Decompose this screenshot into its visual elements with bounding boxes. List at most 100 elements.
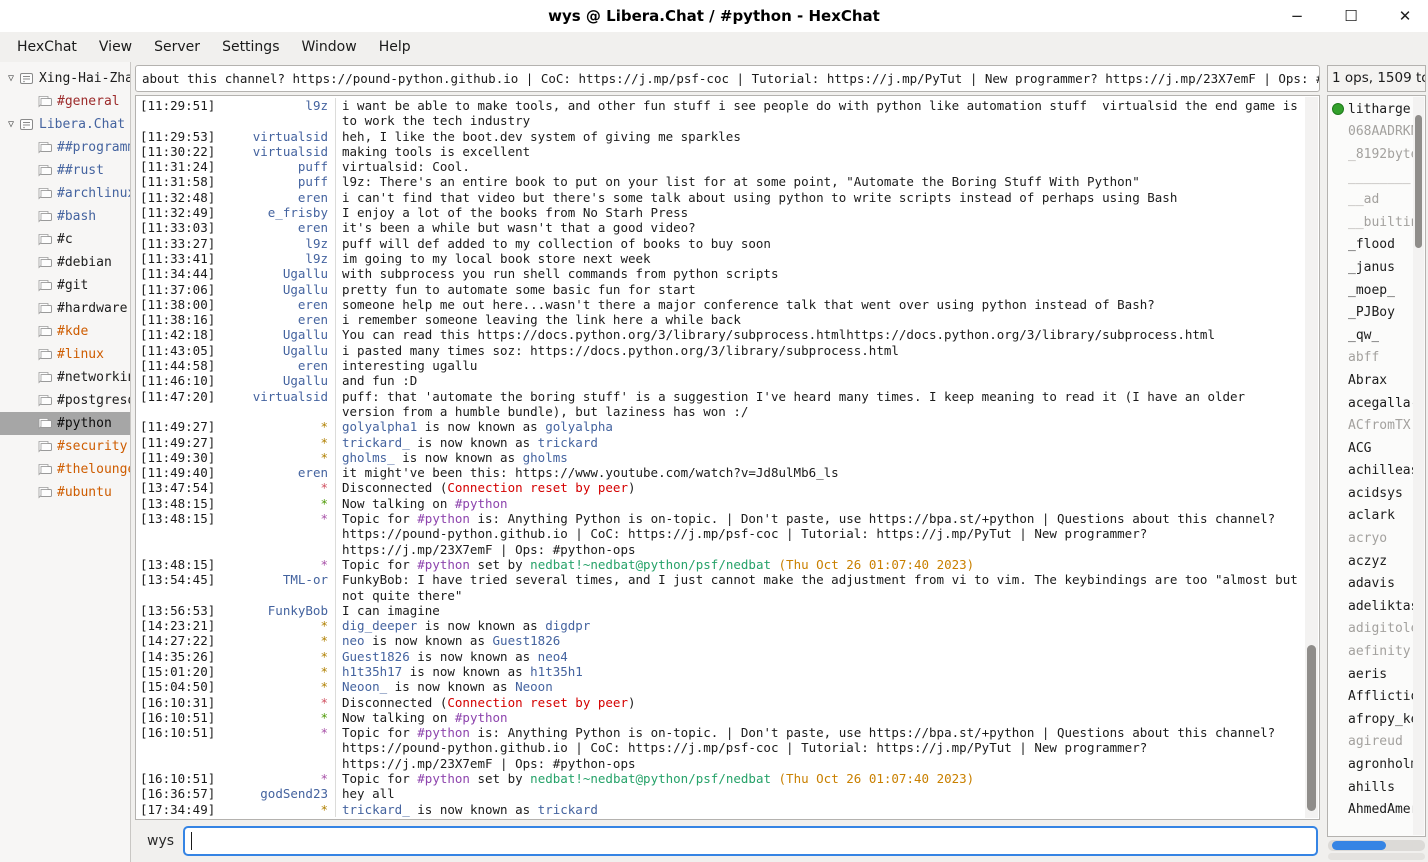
user-row-aczyz[interactable]: aczyz	[1328, 550, 1413, 573]
userlist-hscroll-thumb[interactable]	[1332, 841, 1386, 850]
timestamp: [11:49:30]	[140, 450, 218, 465]
nick-column: eren	[218, 190, 336, 205]
menu-view[interactable]: View	[88, 36, 143, 58]
user-row--builtin[interactable]: __builtin	[1328, 211, 1413, 234]
sidebar-item--postgresql[interactable]: #postgresql	[0, 389, 130, 412]
chat-scroll-thumb[interactable]	[1307, 645, 1316, 811]
server-tree: ▽Xing-Hai-Zhan#general▽Libera.Chat##prog…	[0, 62, 131, 862]
user-row-acg[interactable]: ACG	[1328, 437, 1413, 460]
user-row--ad[interactable]: __ad	[1328, 188, 1413, 211]
nick-column: l9z	[218, 236, 336, 251]
minimize-button[interactable]: −	[1284, 3, 1310, 29]
user-row-agireud[interactable]: agireud	[1328, 731, 1413, 754]
user-row-abrax[interactable]: Abrax	[1328, 369, 1413, 392]
sidebar-item--general[interactable]: #general	[0, 90, 130, 113]
menu-window[interactable]: Window	[290, 36, 367, 58]
nick-column: virtualsid	[218, 144, 336, 159]
userlist-hscrollbar-track[interactable]	[1328, 853, 1425, 860]
sidebar-item--rust[interactable]: ##rust	[0, 159, 130, 182]
user-row-ahills[interactable]: ahills	[1328, 776, 1413, 799]
sidebar-item--hardware[interactable]: #hardware	[0, 297, 130, 320]
sidebar-item--git[interactable]: #git	[0, 274, 130, 297]
user-row--qw-[interactable]: _qw_	[1328, 324, 1413, 347]
sidebar-item--programming[interactable]: ##programming	[0, 136, 130, 159]
close-button[interactable]: ✕	[1392, 3, 1418, 29]
sidebar-item--python[interactable]: #python	[0, 412, 130, 435]
menu-help[interactable]: Help	[368, 36, 422, 58]
message-segment: pretty fun to automate some basic fun fo…	[342, 282, 696, 297]
channel-label: #bash	[57, 209, 96, 224]
user-row--flood[interactable]: _flood	[1328, 234, 1413, 257]
user-row-aclark[interactable]: aclark	[1328, 505, 1413, 528]
tree-server-xing-hai-zhan[interactable]: ▽Xing-Hai-Zhan	[0, 67, 130, 90]
chat-line: [15:01:20]*h1t35h17 is now known as h1t3…	[140, 664, 1301, 679]
user-row-adavis[interactable]: adavis	[1328, 572, 1413, 595]
user-row--janus[interactable]: _janus	[1328, 256, 1413, 279]
sidebar-item--c[interactable]: #c	[0, 228, 130, 251]
user-row-agronholm[interactable]: agronholm	[1328, 753, 1413, 776]
chat-line: [11:37:06]Ugallupretty fun to automate s…	[140, 282, 1301, 297]
message-link[interactable]: You can read this https://docs.python.or…	[342, 327, 1215, 342]
nick-column: *	[218, 633, 336, 648]
topic-input[interactable]: about this channel? https://pound-python…	[135, 65, 1320, 92]
chat-scrollbar[interactable]	[1305, 97, 1318, 818]
user-row-acryo[interactable]: acryo	[1328, 527, 1413, 550]
sidebar-item--kde[interactable]: #kde	[0, 320, 130, 343]
sidebar-item--ubuntu[interactable]: #ubuntu	[0, 481, 130, 504]
message-input[interactable]	[183, 826, 1318, 856]
tree-server-libera-chat[interactable]: ▽Libera.Chat	[0, 113, 130, 136]
menu-settings[interactable]: Settings	[211, 36, 290, 58]
user-row-litharge[interactable]: litharge	[1328, 98, 1413, 121]
user-nick: litharge	[1348, 102, 1411, 117]
user-row-068aadrkn[interactable]: 068AADRKN	[1328, 121, 1413, 144]
sidebar-item--archlinux[interactable]: #archlinux	[0, 182, 130, 205]
expander-icon[interactable]: ▽	[3, 119, 19, 130]
user-row--moep-[interactable]: _moep_	[1328, 279, 1413, 302]
user-row--8192byte[interactable]: _8192byte	[1328, 143, 1413, 166]
channel-label: #debian	[57, 255, 112, 270]
maximize-button[interactable]: ☐	[1338, 3, 1364, 29]
user-nick: acidsys	[1348, 486, 1403, 501]
sidebar-item--thelounge[interactable]: #thelounge	[0, 458, 130, 481]
user-row-aeris[interactable]: aeris	[1328, 663, 1413, 686]
sidebar-item--bash[interactable]: #bash	[0, 205, 130, 228]
expander-icon[interactable]: ▽	[3, 73, 19, 84]
userlist-scrollbar[interactable]	[1413, 97, 1424, 835]
message-segment: Now talking on	[342, 710, 455, 725]
user-row-acegalla-[interactable]: acegalla-	[1328, 392, 1413, 415]
user-row-adeliktas[interactable]: adeliktas	[1328, 595, 1413, 618]
user-nick: _janus	[1348, 260, 1395, 275]
message-text: FunkyBob: I have tried several times, an…	[336, 572, 1301, 603]
menu-hexchat[interactable]: HexChat	[6, 36, 88, 58]
message-link[interactable]: it might've been this: https://www.youtu…	[342, 465, 839, 480]
userlist-scroll-thumb[interactable]	[1415, 115, 1422, 248]
user-row-achilleas[interactable]: achilleas	[1328, 460, 1413, 483]
channel-icon	[37, 210, 52, 223]
user-row--pjboy[interactable]: _PJBoy	[1328, 301, 1413, 324]
user-row-aefinity[interactable]: aefinity	[1328, 640, 1413, 663]
message-link[interactable]: is: Anything Python is on-topic. | Don't…	[342, 511, 1283, 557]
user-nick: acryo	[1348, 531, 1387, 546]
user-row--[interactable]: ________	[1328, 166, 1413, 189]
user-row-abff[interactable]: abff	[1328, 347, 1413, 370]
user-nick: _qw_	[1348, 328, 1379, 343]
user-row-acfromtx[interactable]: ACfromTX	[1328, 414, 1413, 437]
channel-icon-wrap	[37, 417, 52, 430]
user-row-acidsys[interactable]: acidsys	[1328, 482, 1413, 505]
sidebar-item--debian[interactable]: #debian	[0, 251, 130, 274]
sidebar-item--security[interactable]: #security	[0, 435, 130, 458]
message-link[interactable]: i pasted many times soz: https://docs.py…	[342, 343, 899, 358]
message-link[interactable]: is: Anything Python is on-topic. | Don't…	[342, 725, 1283, 771]
menu-server[interactable]: Server	[143, 36, 211, 58]
userlist-hscrollbar[interactable]	[1328, 840, 1425, 851]
sidebar-item--networking[interactable]: #networking	[0, 366, 130, 389]
user-row-afropy-ke[interactable]: afropy_ke	[1328, 708, 1413, 731]
user-row-ahmedamer[interactable]: AhmedAmer	[1328, 798, 1413, 821]
user-row-adigitole[interactable]: adigitole	[1328, 618, 1413, 641]
message-segment: Disconnected (	[342, 695, 447, 710]
message-text: heh, I like the boot.dev system of givin…	[336, 129, 1301, 144]
message-segment: neo	[342, 633, 365, 648]
user-row-afflictio[interactable]: Afflictio	[1328, 685, 1413, 708]
sidebar-item--linux[interactable]: #linux	[0, 343, 130, 366]
timestamp: [11:47:20]	[140, 389, 218, 420]
